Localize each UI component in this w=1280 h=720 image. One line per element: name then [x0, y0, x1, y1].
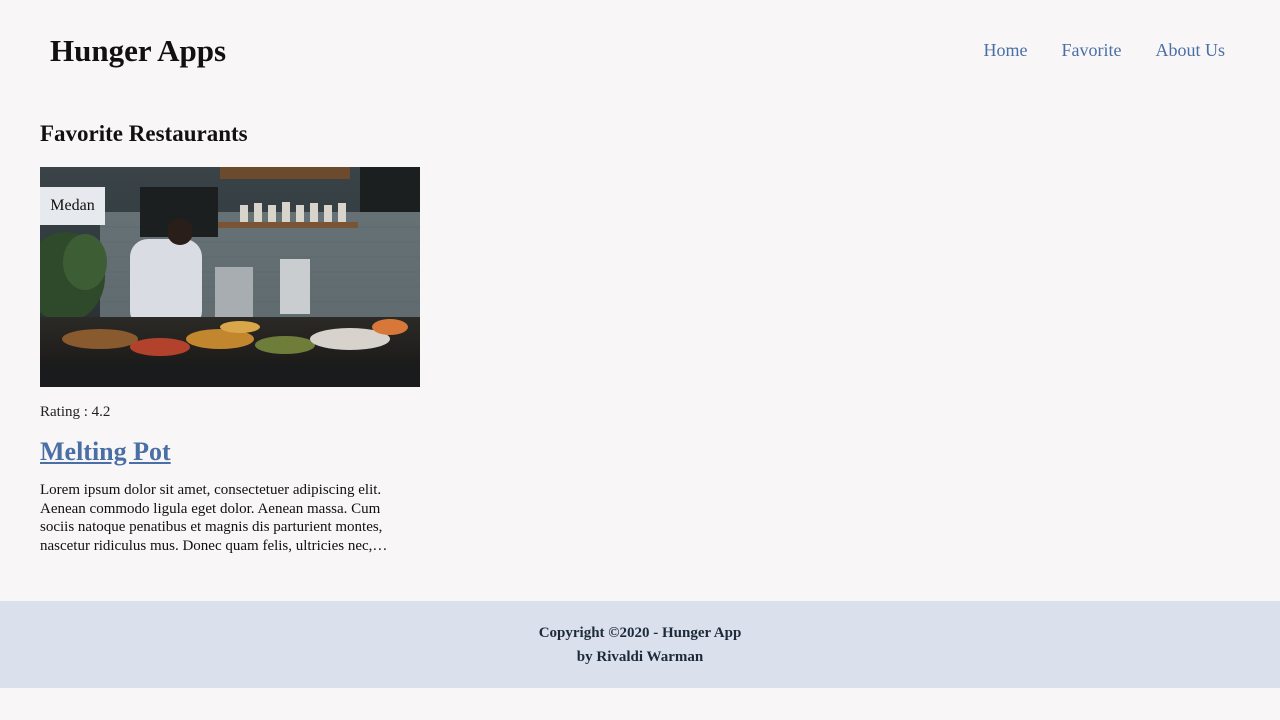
nav-favorite-link[interactable]: Favorite [1061, 38, 1121, 62]
restaurant-image: Medan [40, 167, 420, 387]
restaurant-description: Lorem ipsum dolor sit amet, consectetuer… [40, 482, 383, 554]
city-badge: Medan [40, 187, 105, 225]
restaurant-name-link[interactable]: Melting Pot [40, 437, 171, 467]
brand-logo-text[interactable]: Hunger Apps [50, 31, 226, 71]
section-title: Favorite Restaurants [40, 121, 248, 146]
main-nav: Home Favorite About Us [983, 38, 1225, 62]
footer-author: by Rivaldi Warman [576, 649, 704, 665]
nav-home-link[interactable]: Home [983, 38, 1027, 62]
app-header: Hunger Apps Home Favorite About Us [0, 0, 1280, 100]
footer-copyright: Copyright ©2020 - Hunger App [538, 625, 742, 641]
rating-text: Rating : 4.2 [40, 404, 111, 420]
restaurant-card: Medan Rating : 4.2 Melting Pot Lorem ips… [40, 167, 420, 555]
nav-about-link[interactable]: About Us [1155, 38, 1225, 62]
page-footer: Copyright ©2020 - Hunger App by Rivaldi … [0, 601, 1280, 688]
